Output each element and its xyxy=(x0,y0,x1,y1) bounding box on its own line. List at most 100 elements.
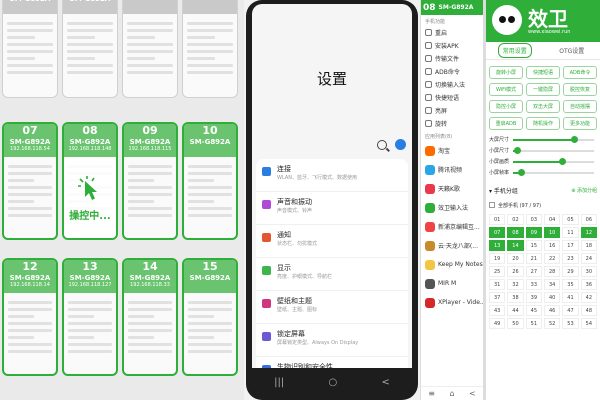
phone-number-cell[interactable]: 51 xyxy=(525,318,542,329)
phone-tile[interactable]: 08 SM-G892A 192.168.118.148 操控中... xyxy=(62,122,118,240)
phone-number-cell[interactable]: 47 xyxy=(562,305,579,316)
all-phones-checkbox[interactable] xyxy=(489,202,495,208)
phone-number-cell[interactable]: 43 xyxy=(489,305,506,316)
phone-number-cell[interactable]: 32 xyxy=(507,279,524,290)
phone-number-cell[interactable]: 46 xyxy=(544,305,561,316)
tab-otg-settings[interactable]: OTG设置 xyxy=(555,44,588,57)
app-item[interactable]: 新浦京编辑互... xyxy=(421,217,483,236)
back-icon[interactable]: < xyxy=(469,389,476,398)
phone-tile[interactable]: 12 SM-G892A 192.168.118.14 xyxy=(2,258,58,376)
phone-number-cell[interactable]: 17 xyxy=(562,240,579,251)
phone-number-cell[interactable]: 37 xyxy=(489,292,506,303)
action-button[interactable]: 随机操作 xyxy=(526,117,560,130)
action-button[interactable]: 一键隐屏 xyxy=(526,83,560,96)
settings-item[interactable]: 声音和振动 声音模式、铃声 xyxy=(256,192,408,225)
app-item[interactable]: 云·天龙八部(... xyxy=(421,236,483,255)
home-button[interactable]: ○ xyxy=(328,377,337,388)
action-button[interactable]: 快捷短语 xyxy=(526,66,560,79)
phone-screen[interactable]: 设置 连接 WLAN、蓝牙、飞行模式、数据使用 声音和振动 声音模式、铃声 通知 状态栏、… xyxy=(252,4,412,368)
phone-number-cell[interactable]: 22 xyxy=(544,253,561,264)
phone-number-cell[interactable]: 16 xyxy=(544,240,561,251)
action-button[interactable]: 更多功能 xyxy=(563,117,597,130)
phone-number-cell[interactable]: 45 xyxy=(525,305,542,316)
slider-knob[interactable] xyxy=(518,168,526,176)
app-item[interactable]: 淘宝 xyxy=(421,141,483,160)
app-item[interactable]: XPlayer - Vide... xyxy=(421,293,483,312)
phone-number-cell[interactable]: 23 xyxy=(562,253,579,264)
phone-number-cell[interactable]: 28 xyxy=(544,266,561,277)
phone-number-cell[interactable]: 39 xyxy=(525,292,542,303)
phone-tile[interactable]: 02SM-G892A xyxy=(2,0,58,98)
phone-number-cell[interactable]: 18 xyxy=(580,240,597,251)
phone-tile[interactable]: 10 SM-G892A xyxy=(182,122,238,240)
slider-track[interactable] xyxy=(513,146,594,154)
add-group-button[interactable]: ⊕ 添加分组 xyxy=(571,187,597,194)
phone-tile[interactable]: 06 xyxy=(182,0,238,98)
phone-number-cell[interactable]: 26 xyxy=(507,266,524,277)
phone-number-cell[interactable]: 02 xyxy=(507,214,524,225)
action-button[interactable]: 重启ADB xyxy=(489,117,523,130)
phone-number-cell[interactable]: 15 xyxy=(525,240,542,251)
phone-number-cell[interactable]: 20 xyxy=(507,253,524,264)
action-button[interactable]: 脱控恢复 xyxy=(563,83,597,96)
phone-number-cell[interactable]: 48 xyxy=(580,305,597,316)
function-item[interactable]: 安装APK xyxy=(421,39,483,52)
app-item[interactable]: 腾讯视频 xyxy=(421,160,483,179)
phone-tile[interactable]: 13 SM-G892A 192.168.118.127 xyxy=(62,258,118,376)
action-button[interactable]: ADB命令 xyxy=(563,66,597,79)
phone-number-cell[interactable]: 52 xyxy=(544,318,561,329)
action-button[interactable]: 旋转小屏 xyxy=(489,66,523,79)
action-button[interactable]: 隐控小屏 xyxy=(489,100,523,113)
phone-number-cell[interactable]: 29 xyxy=(562,266,579,277)
phone-tile[interactable]: 05 xyxy=(122,0,178,98)
app-item[interactable]: 效卫输入法 xyxy=(421,198,483,217)
phone-number-cell[interactable]: 12 xyxy=(580,227,597,238)
phone-number-cell[interactable]: 05 xyxy=(562,214,579,225)
slider-track[interactable] xyxy=(513,168,594,176)
function-item[interactable]: 切换输入法 xyxy=(421,78,483,91)
phone-number-cell[interactable]: 53 xyxy=(562,318,579,329)
settings-item[interactable]: 通知 状态栏、勿扰模式 xyxy=(256,225,408,258)
function-item[interactable]: ADB命令 xyxy=(421,65,483,78)
phone-number-cell[interactable]: 34 xyxy=(544,279,561,290)
phone-number-cell[interactable]: 35 xyxy=(562,279,579,290)
search-icon[interactable] xyxy=(377,139,387,150)
app-item[interactable]: 天籁K歌 xyxy=(421,179,483,198)
app-item[interactable]: MIR M xyxy=(421,274,483,293)
function-item[interactable]: 亮屏 xyxy=(421,104,483,117)
phone-number-cell[interactable]: 10 xyxy=(544,227,561,238)
function-item[interactable]: 旋转 xyxy=(421,117,483,130)
phone-number-cell[interactable]: 38 xyxy=(507,292,524,303)
phone-number-cell[interactable]: 33 xyxy=(525,279,542,290)
phone-number-cell[interactable]: 54 xyxy=(580,318,597,329)
settings-item[interactable]: 壁纸和主题 壁纸、主题、图标 xyxy=(256,291,408,324)
phone-number-cell[interactable]: 50 xyxy=(507,318,524,329)
phone-number-cell[interactable]: 19 xyxy=(489,253,506,264)
phone-number-cell[interactable]: 03 xyxy=(525,214,542,225)
home-icon[interactable]: ⌂ xyxy=(449,389,454,398)
function-item[interactable]: 传输文件 xyxy=(421,52,483,65)
phone-number-cell[interactable]: 09 xyxy=(525,227,542,238)
settings-item[interactable]: 生物识别和安全性面部识别、指纹、查找我的手机 xyxy=(256,357,408,368)
action-button[interactable]: 双击大屏 xyxy=(526,100,560,113)
slider-knob[interactable] xyxy=(570,135,578,143)
phone-number-cell[interactable]: 21 xyxy=(525,253,542,264)
recents-button[interactable]: ||| xyxy=(274,377,284,388)
all-phones-row[interactable]: 全部手机 (97 / 97) xyxy=(486,198,600,212)
phone-number-cell[interactable]: 14 xyxy=(507,240,524,251)
phone-tile[interactable]: 07 SM-G892A 192.168.118.54 xyxy=(2,122,58,240)
phone-number-cell[interactable]: 11 xyxy=(562,227,579,238)
menu-icon[interactable]: ≡ xyxy=(428,389,435,398)
phone-number-cell[interactable]: 31 xyxy=(489,279,506,290)
phone-number-cell[interactable]: 44 xyxy=(507,305,524,316)
phone-tile[interactable]: 15 SM-G892A xyxy=(182,258,238,376)
settings-item[interactable]: 显示 亮度、护眼模式、导航栏 xyxy=(256,258,408,291)
action-button[interactable]: WiFi模式 xyxy=(489,83,523,96)
account-icon[interactable] xyxy=(395,139,406,150)
slider-track[interactable] xyxy=(513,157,594,165)
phone-number-cell[interactable]: 40 xyxy=(544,292,561,303)
settings-item[interactable]: 锁定屏幕 屏幕锁定类型、Always On Display xyxy=(256,324,408,357)
tab-common-settings[interactable]: 常用设置 xyxy=(497,43,532,58)
phone-number-cell[interactable]: 41 xyxy=(562,292,579,303)
phone-number-cell[interactable]: 06 xyxy=(580,214,597,225)
